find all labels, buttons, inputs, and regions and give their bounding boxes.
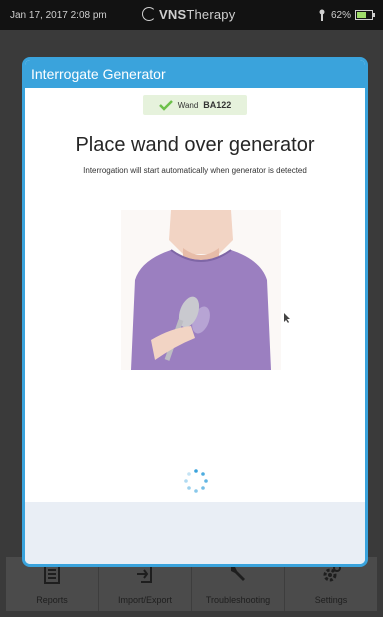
cursor-icon — [284, 313, 290, 323]
wand-prefix: Wand — [177, 100, 199, 110]
logo-thin-text: Therapy — [186, 7, 236, 22]
dialog-title: Place wand over generator — [75, 134, 315, 156]
wand-status-badge: Wand BA122 — [143, 95, 247, 115]
check-icon — [158, 100, 173, 111]
toolbar-label: Settings — [314, 595, 348, 605]
loading-spinner-icon — [184, 469, 208, 493]
wand-placement-illustration — [121, 210, 281, 370]
dialog-header: Interrogate Generator — [25, 60, 365, 88]
status-right: 62% — [317, 9, 375, 21]
toolbar-label: Troubleshooting — [205, 595, 271, 605]
toolbar-label: Import/Export — [117, 595, 173, 605]
battery-percent: 62% — [330, 9, 351, 21]
status-time: Jan 17, 2017 2:08 pm — [10, 10, 107, 21]
battery-icon — [355, 10, 375, 20]
interrogate-dialog: Interrogate Generator Wand BA122 Place w… — [22, 57, 368, 567]
vns-therapy-logo: VNSTherapy — [142, 7, 235, 22]
status-bar: Jan 17, 2017 2:08 pm VNSTherapy 62% — [0, 0, 383, 30]
wand-id: BA122 — [203, 100, 232, 110]
logo-bold-text: VNS — [159, 7, 187, 22]
toolbar-label: Reports — [36, 595, 68, 605]
dialog-subtitle: Interrogation will start automatically w… — [83, 166, 307, 175]
logo-mark-icon — [142, 7, 156, 21]
dialog-footer — [25, 502, 365, 564]
wand-status-icon — [319, 9, 325, 21]
